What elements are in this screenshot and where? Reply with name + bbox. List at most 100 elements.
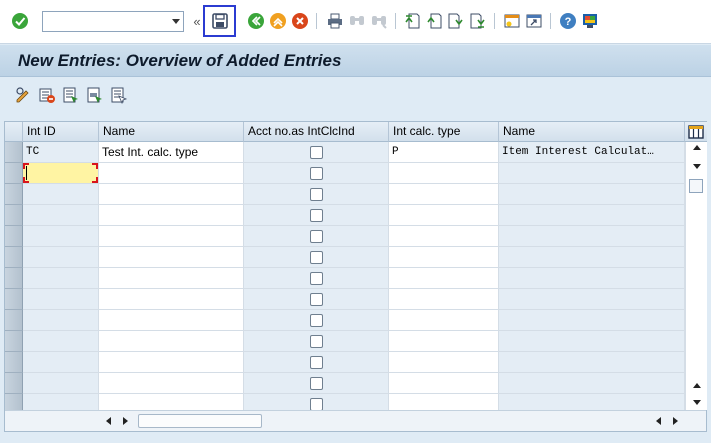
- int-calc-type-cell[interactable]: [389, 205, 499, 226]
- name-cell[interactable]: [99, 184, 244, 205]
- row-selector[interactable]: [5, 352, 23, 373]
- row-selector[interactable]: [5, 205, 23, 226]
- acct-no-cell[interactable]: [244, 289, 389, 310]
- create-session-icon[interactable]: [502, 11, 522, 31]
- acct-no-cell[interactable]: [244, 352, 389, 373]
- row-selector[interactable]: [5, 310, 23, 331]
- scroll-right-icon[interactable]: [123, 417, 128, 425]
- acct-no-cell[interactable]: [244, 310, 389, 331]
- name-cell[interactable]: [99, 373, 244, 394]
- acct-no-checkbox[interactable]: [310, 356, 323, 369]
- shortcut-icon[interactable]: [524, 11, 544, 31]
- name-cell[interactable]: [99, 289, 244, 310]
- change-display-icon[interactable]: [14, 86, 32, 104]
- name-cell[interactable]: [99, 247, 244, 268]
- int-calc-type-cell[interactable]: [389, 331, 499, 352]
- print-icon[interactable]: [325, 11, 345, 31]
- row-selector[interactable]: [5, 226, 23, 247]
- scroll-page-up-icon[interactable]: [693, 383, 701, 388]
- last-page-icon[interactable]: [468, 11, 488, 31]
- acct-no-checkbox[interactable]: [310, 209, 323, 222]
- delete-icon[interactable]: [38, 86, 56, 104]
- row-selector[interactable]: [5, 163, 23, 184]
- chevron-down-icon[interactable]: [172, 19, 180, 24]
- acct-no-checkbox[interactable]: [310, 335, 323, 348]
- int-calc-type-cell[interactable]: [389, 289, 499, 310]
- name-cell[interactable]: Test Int. calc. type: [99, 142, 244, 163]
- int-calc-type-cell[interactable]: [389, 352, 499, 373]
- scroll-left-icon[interactable]: [106, 417, 111, 425]
- acct-no-checkbox[interactable]: [310, 314, 323, 327]
- row-selector[interactable]: [5, 289, 23, 310]
- acct-no-checkbox[interactable]: [310, 188, 323, 201]
- column-header-acct-no[interactable]: Acct no.as IntClcInd: [244, 122, 389, 142]
- select-block-icon[interactable]: [86, 86, 104, 104]
- acct-no-checkbox[interactable]: [310, 230, 323, 243]
- column-header-name[interactable]: Name: [99, 122, 244, 142]
- command-field[interactable]: [42, 11, 184, 32]
- vertical-scrollbar[interactable]: [685, 142, 707, 410]
- acct-no-cell[interactable]: [244, 373, 389, 394]
- collapse-icon[interactable]: «: [191, 11, 203, 31]
- row-selector[interactable]: [5, 142, 23, 163]
- int-id-cell[interactable]: [23, 163, 99, 184]
- find-icon[interactable]: [347, 11, 367, 31]
- row-selector[interactable]: [5, 331, 23, 352]
- name-cell[interactable]: [99, 205, 244, 226]
- scroll-far-right-icon[interactable]: [673, 417, 678, 425]
- scroll-far-left-icon[interactable]: [656, 417, 661, 425]
- int-calc-type-cell[interactable]: [389, 373, 499, 394]
- back-icon[interactable]: [246, 11, 266, 31]
- first-page-icon[interactable]: [402, 11, 422, 31]
- scroll-down-icon[interactable]: [693, 164, 701, 169]
- name-cell[interactable]: [99, 268, 244, 289]
- int-calc-type-cell[interactable]: [389, 268, 499, 289]
- exit-icon[interactable]: [268, 11, 288, 31]
- horizontal-scrollbar[interactable]: [5, 410, 706, 431]
- int-calc-type-cell[interactable]: [389, 247, 499, 268]
- column-header-int-id[interactable]: Int ID: [23, 122, 99, 142]
- acct-no-cell[interactable]: [244, 163, 389, 184]
- row-selector[interactable]: [5, 268, 23, 289]
- acct-no-checkbox[interactable]: [310, 251, 323, 264]
- row-selector[interactable]: [5, 247, 23, 268]
- name-cell[interactable]: [99, 163, 244, 184]
- acct-no-cell[interactable]: [244, 226, 389, 247]
- acct-no-checkbox[interactable]: [310, 272, 323, 285]
- row-selector[interactable]: [5, 184, 23, 205]
- find-next-icon[interactable]: [369, 11, 389, 31]
- select-all-icon[interactable]: [62, 86, 80, 104]
- scroll-up-icon[interactable]: [693, 145, 701, 150]
- acct-no-cell[interactable]: [244, 205, 389, 226]
- command-input[interactable]: [43, 12, 163, 31]
- column-header-name-2[interactable]: Name: [499, 122, 685, 142]
- int-calc-type-cell[interactable]: [389, 310, 499, 331]
- acct-no-checkbox[interactable]: [310, 146, 323, 159]
- cancel-icon[interactable]: [290, 11, 310, 31]
- select-all-header[interactable]: [5, 122, 23, 142]
- acct-no-cell[interactable]: [244, 331, 389, 352]
- scroll-page-down-icon[interactable]: [693, 400, 701, 405]
- column-settings-icon[interactable]: [685, 122, 707, 142]
- acct-no-cell[interactable]: [244, 247, 389, 268]
- acct-no-cell[interactable]: [244, 142, 389, 163]
- acct-no-checkbox[interactable]: [310, 293, 323, 306]
- acct-no-checkbox[interactable]: [310, 167, 323, 180]
- customize-layout-icon[interactable]: [580, 11, 600, 31]
- int-calc-type-cell[interactable]: P: [389, 142, 499, 163]
- acct-no-cell[interactable]: [244, 268, 389, 289]
- horizontal-scroll-thumb[interactable]: [138, 414, 262, 428]
- vertical-scroll-thumb[interactable]: [689, 179, 703, 193]
- column-header-int-calc-type[interactable]: Int calc. type: [389, 122, 499, 142]
- name-cell[interactable]: [99, 226, 244, 247]
- acct-no-cell[interactable]: [244, 184, 389, 205]
- name-cell[interactable]: [99, 352, 244, 373]
- deselect-all-icon[interactable]: [110, 86, 128, 104]
- help-icon[interactable]: ?: [558, 11, 578, 31]
- previous-page-icon[interactable]: [424, 11, 444, 31]
- acct-no-checkbox[interactable]: [310, 377, 323, 390]
- row-selector[interactable]: [5, 373, 23, 394]
- enter-icon[interactable]: [10, 11, 30, 31]
- name-cell[interactable]: [99, 310, 244, 331]
- int-calc-type-cell[interactable]: [389, 226, 499, 247]
